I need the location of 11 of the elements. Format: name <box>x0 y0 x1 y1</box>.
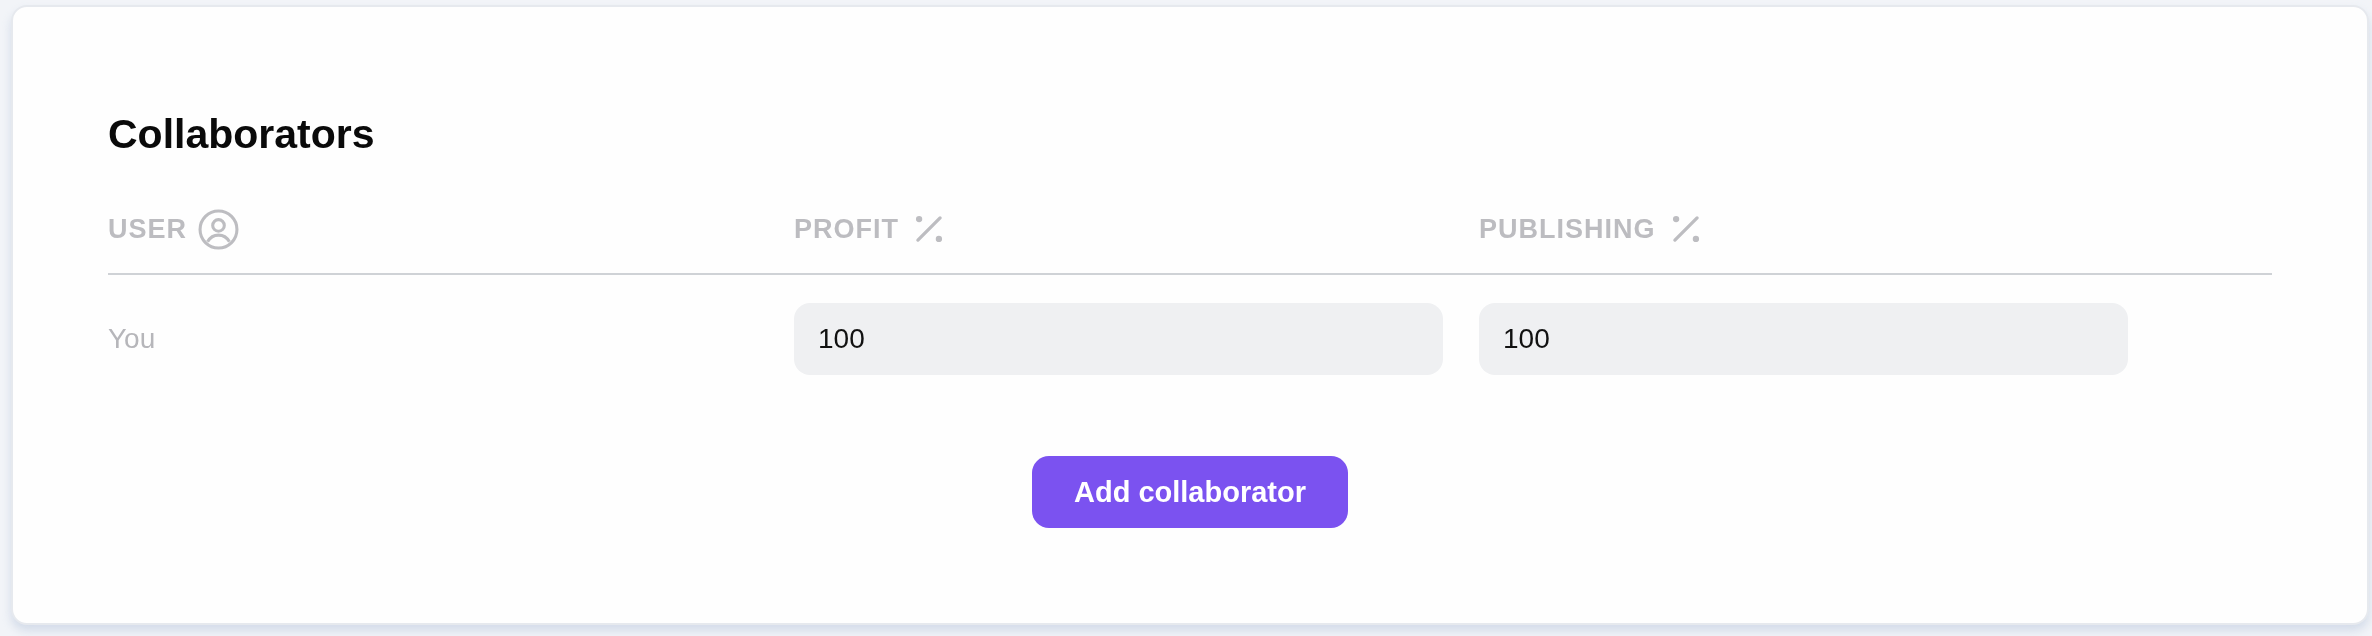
percent-icon <box>914 214 944 244</box>
column-header: PROFIT <box>794 213 899 245</box>
add-collaborator-button[interactable]: Add collaborator <box>1032 456 1348 528</box>
column-header: PUBLISHING <box>1479 213 1656 245</box>
input-field[interactable]: 100 <box>794 303 1443 375</box>
section-title: Collaborators <box>108 110 375 158</box>
percent-icon <box>1670 214 1701 244</box>
input-field[interactable]: 100 <box>1479 303 2128 375</box>
user-name: You <box>108 322 156 356</box>
column-header: USER <box>108 213 187 245</box>
user-icon <box>198 208 239 250</box>
